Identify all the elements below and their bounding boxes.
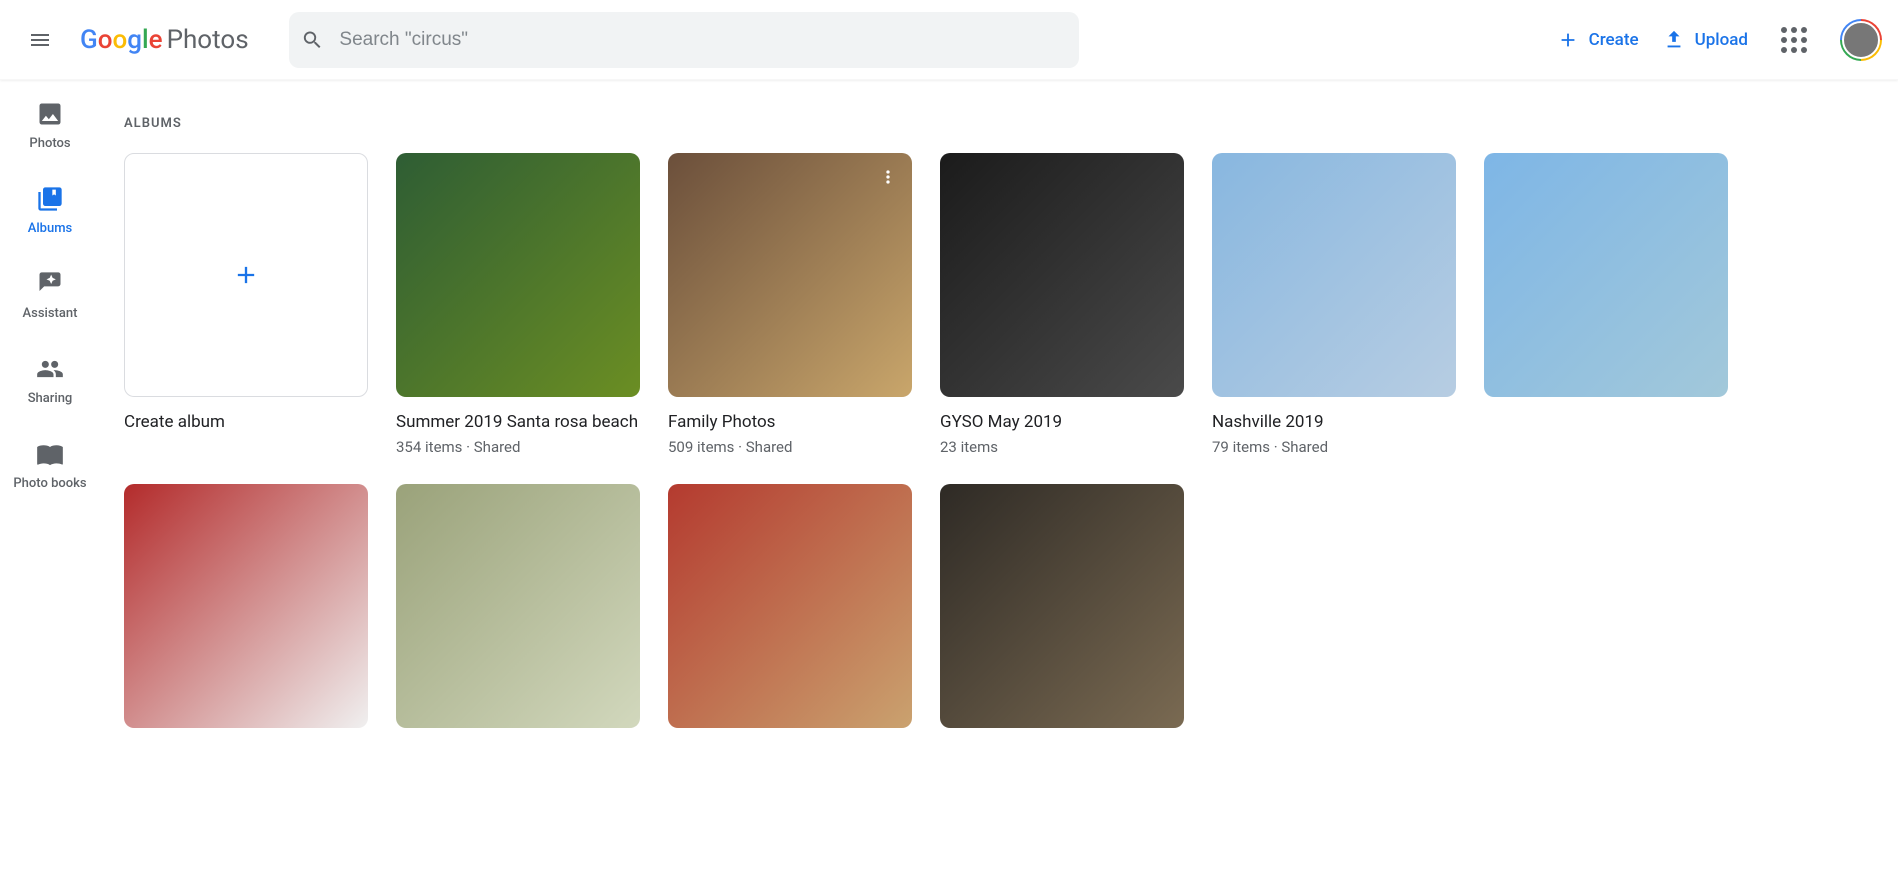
assistant-icon xyxy=(36,270,64,298)
album-cover xyxy=(668,484,912,728)
photos-icon xyxy=(36,100,64,128)
sidebar-item-albums[interactable]: Albums xyxy=(0,185,100,236)
album-options-button[interactable] xyxy=(872,161,904,193)
album-cover xyxy=(396,153,640,397)
album-card[interactable] xyxy=(1484,153,1728,456)
photo-books-icon xyxy=(36,440,64,468)
album-card[interactable] xyxy=(396,484,640,728)
album-cover xyxy=(1484,153,1728,397)
header: Google Photos Create Upload xyxy=(0,0,1898,80)
more-vert-icon xyxy=(878,167,898,187)
sidebar-item-sharing[interactable]: Sharing xyxy=(0,355,100,406)
albums-icon xyxy=(36,185,64,213)
album-card[interactable]: GYSO May 2019 23 items xyxy=(940,153,1184,456)
upload-label: Upload xyxy=(1695,30,1748,50)
hamburger-icon xyxy=(28,28,52,52)
album-cover xyxy=(668,153,912,397)
album-title: Nashville 2019 xyxy=(1212,411,1456,434)
plus-icon xyxy=(232,261,260,289)
album-title: Summer 2019 Santa rosa beach xyxy=(396,411,640,434)
create-album-label: Create album xyxy=(124,411,368,434)
plus-icon xyxy=(1557,29,1579,51)
sidebar-item-label: Photo books xyxy=(13,476,86,491)
sidebar-item-photo-books[interactable]: Photo books xyxy=(0,440,100,491)
upload-button[interactable]: Upload xyxy=(1663,29,1748,51)
album-meta: 354 items · Shared xyxy=(396,438,640,456)
product-name: Photos xyxy=(167,25,249,55)
album-cover xyxy=(940,153,1184,397)
album-cover xyxy=(396,484,640,728)
search-input[interactable] xyxy=(339,29,1066,51)
album-cover xyxy=(124,484,368,728)
sidebar-item-label: Sharing xyxy=(28,391,73,406)
sharing-icon xyxy=(36,355,64,383)
account-avatar[interactable] xyxy=(1840,19,1882,61)
album-card[interactable] xyxy=(940,484,1184,728)
section-label: ALBUMS xyxy=(124,116,1874,131)
sidebar: Photos Albums Assistant Sharing Photo bo… xyxy=(0,80,100,491)
album-card[interactable]: Summer 2019 Santa rosa beach 354 items · … xyxy=(396,153,640,456)
album-card[interactable] xyxy=(668,484,912,728)
create-label: Create xyxy=(1589,30,1639,50)
sidebar-item-assistant[interactable]: Assistant xyxy=(0,270,100,321)
album-title: GYSO May 2019 xyxy=(940,411,1184,434)
logo[interactable]: Google Photos xyxy=(80,25,249,55)
create-album-card[interactable]: Create album xyxy=(124,153,368,456)
album-meta: 23 items xyxy=(940,438,1184,456)
header-actions: Create Upload xyxy=(1557,18,1882,62)
search-bar[interactable] xyxy=(289,12,1079,68)
album-card[interactable] xyxy=(124,484,368,728)
google-apps-button[interactable] xyxy=(1772,18,1816,62)
avatar-image xyxy=(1842,21,1880,59)
create-button[interactable]: Create xyxy=(1557,29,1639,51)
album-meta: 509 items · Shared xyxy=(668,438,912,456)
album-card[interactable]: Nashville 2019 79 items · Shared xyxy=(1212,153,1456,456)
search-icon xyxy=(301,28,324,52)
sidebar-item-photos[interactable]: Photos xyxy=(0,100,100,151)
album-meta: 79 items · Shared xyxy=(1212,438,1456,456)
album-card[interactable]: Family Photos 509 items · Shared xyxy=(668,153,912,456)
upload-icon xyxy=(1663,29,1685,51)
album-cover xyxy=(940,484,1184,728)
create-album-cover xyxy=(124,153,368,397)
sidebar-item-label: Assistant xyxy=(23,306,78,321)
sidebar-item-label: Albums xyxy=(28,221,72,236)
sidebar-item-label: Photos xyxy=(29,136,70,151)
main-content: ALBUMS Create album Summer 2019 Santa ro… xyxy=(100,80,1898,748)
album-grid: Create album Summer 2019 Santa rosa beac… xyxy=(124,153,1874,728)
album-cover xyxy=(1212,153,1456,397)
main-menu-button[interactable] xyxy=(16,16,64,64)
album-title: Family Photos xyxy=(668,411,912,434)
